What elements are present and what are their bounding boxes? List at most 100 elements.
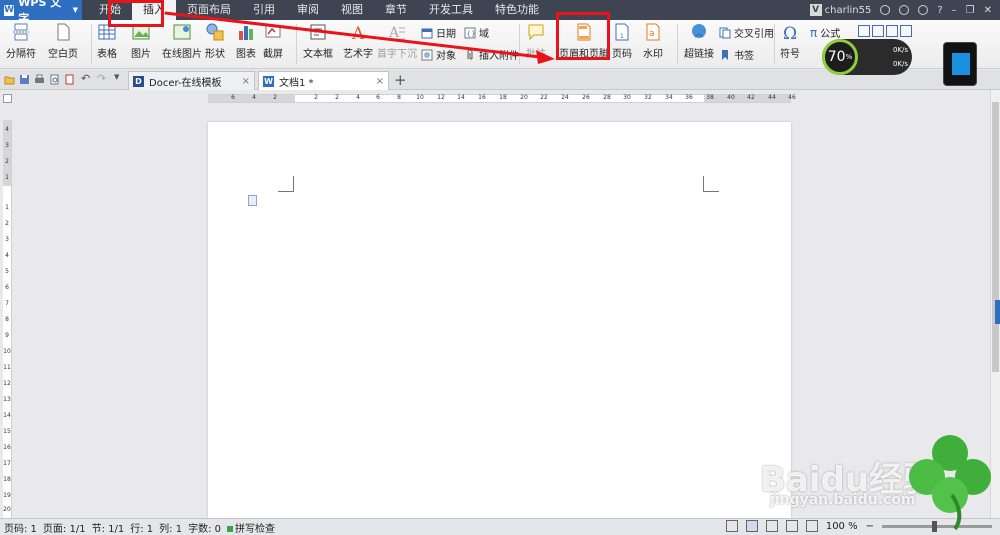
comment-button[interactable]: 批注 <box>526 22 546 60</box>
svg-text:{}: {} <box>467 30 476 38</box>
vertical-ruler[interactable]: 4 3 2 1 1 2 3 4 5 6 7 8 9 10 11 12 13 14… <box>3 120 12 518</box>
tool-icon-3[interactable] <box>886 25 898 37</box>
status-words[interactable]: 字数: 0 <box>188 520 221 535</box>
phone-screen-icon <box>952 53 970 75</box>
tab-view[interactable]: 视图 <box>330 0 374 20</box>
print-preview-icon[interactable] <box>49 74 60 85</box>
close-tab-icon[interactable]: × <box>242 76 250 87</box>
outline-view-icon[interactable] <box>765 520 778 532</box>
export-pdf-icon[interactable] <box>64 74 75 85</box>
web-view-icon[interactable] <box>785 520 798 532</box>
status-line: 行: 1 <box>130 523 154 535</box>
wps-logo-icon: W <box>4 4 15 16</box>
document-page[interactable] <box>208 122 791 518</box>
shapes-button[interactable]: 形状 <box>205 22 225 60</box>
blank-page-button[interactable]: 空白页 <box>48 22 78 60</box>
restore-icon[interactable]: ❐ <box>966 5 975 16</box>
help-icon[interactable]: ? <box>937 5 942 16</box>
globe-link-icon <box>692 24 706 38</box>
reading-view-icon[interactable] <box>805 520 818 532</box>
scrollbar-thumb[interactable] <box>992 102 999 372</box>
redo-icon[interactable]: ↷ <box>97 72 108 85</box>
bookmark-button[interactable]: 书签 <box>719 47 754 62</box>
open-folder-icon[interactable] <box>4 74 15 85</box>
insert-attachment-button[interactable]: 插入附件 <box>464 47 519 62</box>
textbox-icon <box>310 24 326 40</box>
tab-chapter[interactable]: 章节 <box>374 0 418 20</box>
svg-text:a: a <box>649 29 655 39</box>
paragraph-layout-icon[interactable] <box>248 195 257 206</box>
wordart-button[interactable]: A 艺术字 <box>343 22 373 60</box>
shirt-icon[interactable] <box>899 5 910 15</box>
attachment-icon <box>467 49 473 59</box>
drop-cap-button[interactable]: A 首字下沉 <box>377 22 417 60</box>
online-picture-icon <box>173 24 191 40</box>
tab-references[interactable]: 引用 <box>242 0 286 20</box>
section-break-icon <box>13 23 29 41</box>
chart-button[interactable]: 图表 <box>236 22 256 60</box>
screenshot-icon <box>265 25 281 38</box>
date-button[interactable]: 日期 <box>421 25 456 40</box>
tab-review[interactable]: 审阅 <box>286 0 330 20</box>
tab-special[interactable]: 特色功能 <box>484 0 550 20</box>
minimize-icon[interactable]: – <box>952 5 957 16</box>
undo-icon[interactable]: ↶ <box>81 72 92 85</box>
tool-icon-2[interactable] <box>872 25 884 37</box>
spell-check-toggle[interactable]: 拼写检查 <box>227 520 275 535</box>
doc-tab-document1[interactable]: W 文档1 * × <box>258 71 389 90</box>
picture-button[interactable]: 图片 <box>131 22 151 60</box>
object-button[interactable]: 对象 <box>421 47 456 62</box>
side-panel-toggle[interactable] <box>995 300 1000 324</box>
page-view-icon[interactable] <box>745 520 758 532</box>
section-break-button[interactable]: 分隔符 <box>6 22 36 60</box>
status-bar: 页码: 1 页面: 1/1 节: 1/1 行: 1 列: 1 字数: 0 拼写检… <box>0 518 1000 535</box>
print-icon[interactable] <box>34 74 45 85</box>
status-page-num[interactable]: 页码: 1 <box>4 520 37 535</box>
status-pages[interactable]: 页面: 1/1 <box>43 520 86 535</box>
close-icon[interactable]: ✕ <box>984 5 992 16</box>
chevron-down-icon: ▼ <box>72 6 78 14</box>
user-name[interactable]: charlin55 <box>825 5 872 16</box>
svg-text:Ω: Ω <box>783 24 797 42</box>
new-tab-plus-icon[interactable]: + <box>394 71 407 89</box>
pi-icon: π <box>810 25 818 40</box>
hyperlink-button[interactable]: 超链接 <box>684 22 714 60</box>
table-button[interactable]: 表格 <box>97 22 117 60</box>
tab-stop-selector[interactable] <box>3 94 12 103</box>
fullscreen-icon[interactable] <box>725 520 738 532</box>
word-doc-icon: W <box>263 75 274 87</box>
tool-icon-4[interactable] <box>900 25 912 37</box>
online-picture-button[interactable]: 在线图片 <box>162 22 202 60</box>
tool-icon-1[interactable] <box>858 25 870 37</box>
doc-tab-docer[interactable]: D Docer-在线模板 × <box>128 71 255 90</box>
tab-developer[interactable]: 开发工具 <box>418 0 484 20</box>
screenshot-button[interactable]: 截屏 <box>263 22 283 60</box>
save-icon[interactable] <box>19 74 30 85</box>
title-right-controls: V charlin55 ? – ❐ ✕ <box>809 0 1000 20</box>
svg-text:A: A <box>351 24 365 42</box>
close-tab-icon[interactable]: × <box>376 76 384 87</box>
horizontal-ruler[interactable]: 6 4 2 2 2 4 6 8 10 12 14 16 18 20 22 24 … <box>208 94 796 103</box>
speed-values: 0K/s 0K/s <box>892 46 908 68</box>
zoom-level[interactable]: 100 % <box>826 521 858 532</box>
watermark-button[interactable]: a 水印 <box>643 22 663 60</box>
customize-chevron-icon[interactable]: ▼ <box>114 73 125 84</box>
crop-mark-top-right <box>703 176 719 192</box>
phone-widget[interactable] <box>943 42 977 86</box>
formula-button[interactable]: π 公式 <box>810 25 840 41</box>
app-menu-button[interactable]: W WPS 文字 ▼ <box>0 0 82 25</box>
shapes-icon <box>206 23 224 41</box>
network-speed-widget[interactable]: 70% 0K/s 0K/s <box>822 39 912 75</box>
symbol-button[interactable]: Ω 符号 <box>780 22 800 60</box>
skin-icon[interactable] <box>880 5 891 15</box>
tab-page-layout[interactable]: 页面布局 <box>176 0 242 20</box>
status-section[interactable]: 节: 1/1 <box>92 520 125 535</box>
cross-reference-button[interactable]: 交叉引用 <box>719 25 774 40</box>
field-button[interactable]: {} 域 <box>464 25 489 40</box>
page-number-icon: 1 <box>615 23 629 41</box>
zoom-out-icon[interactable]: − <box>866 521 874 532</box>
highlight-insert-tab <box>108 0 164 27</box>
share-icon[interactable] <box>918 5 929 15</box>
page-number-button[interactable]: 1 页码 <box>612 22 632 60</box>
textbox-button[interactable]: 文本框 <box>303 22 333 60</box>
